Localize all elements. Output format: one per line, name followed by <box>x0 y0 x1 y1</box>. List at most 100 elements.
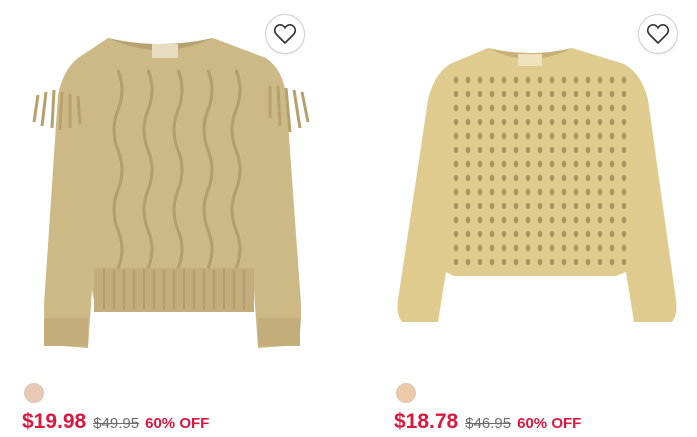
knit-hole <box>609 132 615 140</box>
knit-hole <box>477 202 483 210</box>
knit-hole <box>525 90 531 98</box>
knit-hole <box>609 216 615 224</box>
color-swatch[interactable] <box>396 383 416 403</box>
knit-hole <box>513 118 519 126</box>
knit-hole <box>609 244 615 252</box>
knit-hole <box>525 244 531 252</box>
knit-hole <box>453 76 459 84</box>
knit-hole <box>609 90 615 98</box>
knit-hole <box>501 174 507 182</box>
knit-hole <box>573 90 579 98</box>
knit-hole <box>525 258 531 266</box>
knit-hole <box>453 258 459 266</box>
knit-hole <box>561 146 567 154</box>
knit-hole <box>513 202 519 210</box>
knit-hole <box>609 230 615 238</box>
knit-hole <box>525 160 531 168</box>
knit-hole <box>501 216 507 224</box>
color-swatch[interactable] <box>24 383 44 403</box>
knit-hole <box>549 258 555 266</box>
knit-hole <box>513 230 519 238</box>
product-image[interactable] <box>380 0 697 372</box>
knit-hole <box>537 244 543 252</box>
knit-hole <box>549 160 555 168</box>
knit-hole <box>537 104 543 112</box>
knit-hole <box>501 244 507 252</box>
knit-hole <box>513 76 519 84</box>
knit-hole <box>561 90 567 98</box>
knit-hole <box>489 90 495 98</box>
knit-hole <box>501 132 507 140</box>
knit-hole <box>465 174 471 182</box>
favorite-button[interactable] <box>638 14 678 54</box>
knit-hole <box>597 244 603 252</box>
original-price: $46.95 <box>465 415 512 432</box>
knit-hole <box>501 160 507 168</box>
original-price: $49.95 <box>93 415 140 432</box>
knit-hole <box>525 230 531 238</box>
knit-hole <box>501 188 507 196</box>
knit-hole <box>597 118 603 126</box>
knit-hole <box>621 118 627 126</box>
favorite-button[interactable] <box>265 14 305 54</box>
knit-hole <box>465 146 471 154</box>
knit-hole <box>561 76 567 84</box>
knit-hole <box>549 216 555 224</box>
heart-outline-icon <box>646 23 670 44</box>
knit-hole <box>537 230 543 238</box>
knit-hole <box>585 132 591 140</box>
knit-hole <box>621 174 627 182</box>
knit-hole <box>465 216 471 224</box>
heart-outline-icon <box>273 23 297 44</box>
knit-hole <box>465 118 471 126</box>
knit-hole <box>597 216 603 224</box>
knit-hole <box>621 202 627 210</box>
knit-hole <box>453 230 459 238</box>
knit-hole <box>477 160 483 168</box>
knit-hole <box>573 244 579 252</box>
knit-hole <box>453 146 459 154</box>
knit-hole <box>489 146 495 154</box>
knit-hole <box>453 90 459 98</box>
knit-hole <box>561 174 567 182</box>
product-card[interactable]: $18.78 $46.95 60% OFF <box>380 0 697 437</box>
knit-hole <box>489 188 495 196</box>
knit-hole <box>561 118 567 126</box>
price-row: $18.78 $46.95 60% OFF <box>394 410 581 434</box>
knit-hole <box>585 258 591 266</box>
knit-hole <box>609 76 615 84</box>
knit-hole <box>477 230 483 238</box>
knit-hole <box>561 188 567 196</box>
knit-hole <box>465 230 471 238</box>
product-card[interactable]: $19.98 $49.95 60% OFF <box>8 0 338 437</box>
knit-hole <box>525 118 531 126</box>
knit-hole <box>501 202 507 210</box>
knit-hole <box>561 160 567 168</box>
knit-hole <box>597 104 603 112</box>
knit-hole <box>621 160 627 168</box>
knit-hole <box>513 160 519 168</box>
knit-hole <box>537 258 543 266</box>
knit-hole <box>501 258 507 266</box>
knit-hole <box>489 230 495 238</box>
knit-hole <box>609 160 615 168</box>
knit-hole <box>549 146 555 154</box>
knit-hole <box>621 244 627 252</box>
knit-hole <box>477 104 483 112</box>
knit-hole <box>477 118 483 126</box>
knit-hole <box>609 258 615 266</box>
sweater-illustration <box>32 38 310 348</box>
knit-hole <box>585 230 591 238</box>
knit-hole <box>513 174 519 182</box>
knit-hole <box>477 174 483 182</box>
knit-hole <box>573 174 579 182</box>
knit-hole <box>621 104 627 112</box>
knit-hole <box>525 76 531 84</box>
sale-price: $18.78 <box>394 410 459 433</box>
knit-hole <box>465 258 471 266</box>
knit-hole <box>501 118 507 126</box>
knit-hole <box>489 118 495 126</box>
knit-hole <box>513 258 519 266</box>
product-image[interactable] <box>8 0 338 372</box>
knit-hole <box>453 104 459 112</box>
